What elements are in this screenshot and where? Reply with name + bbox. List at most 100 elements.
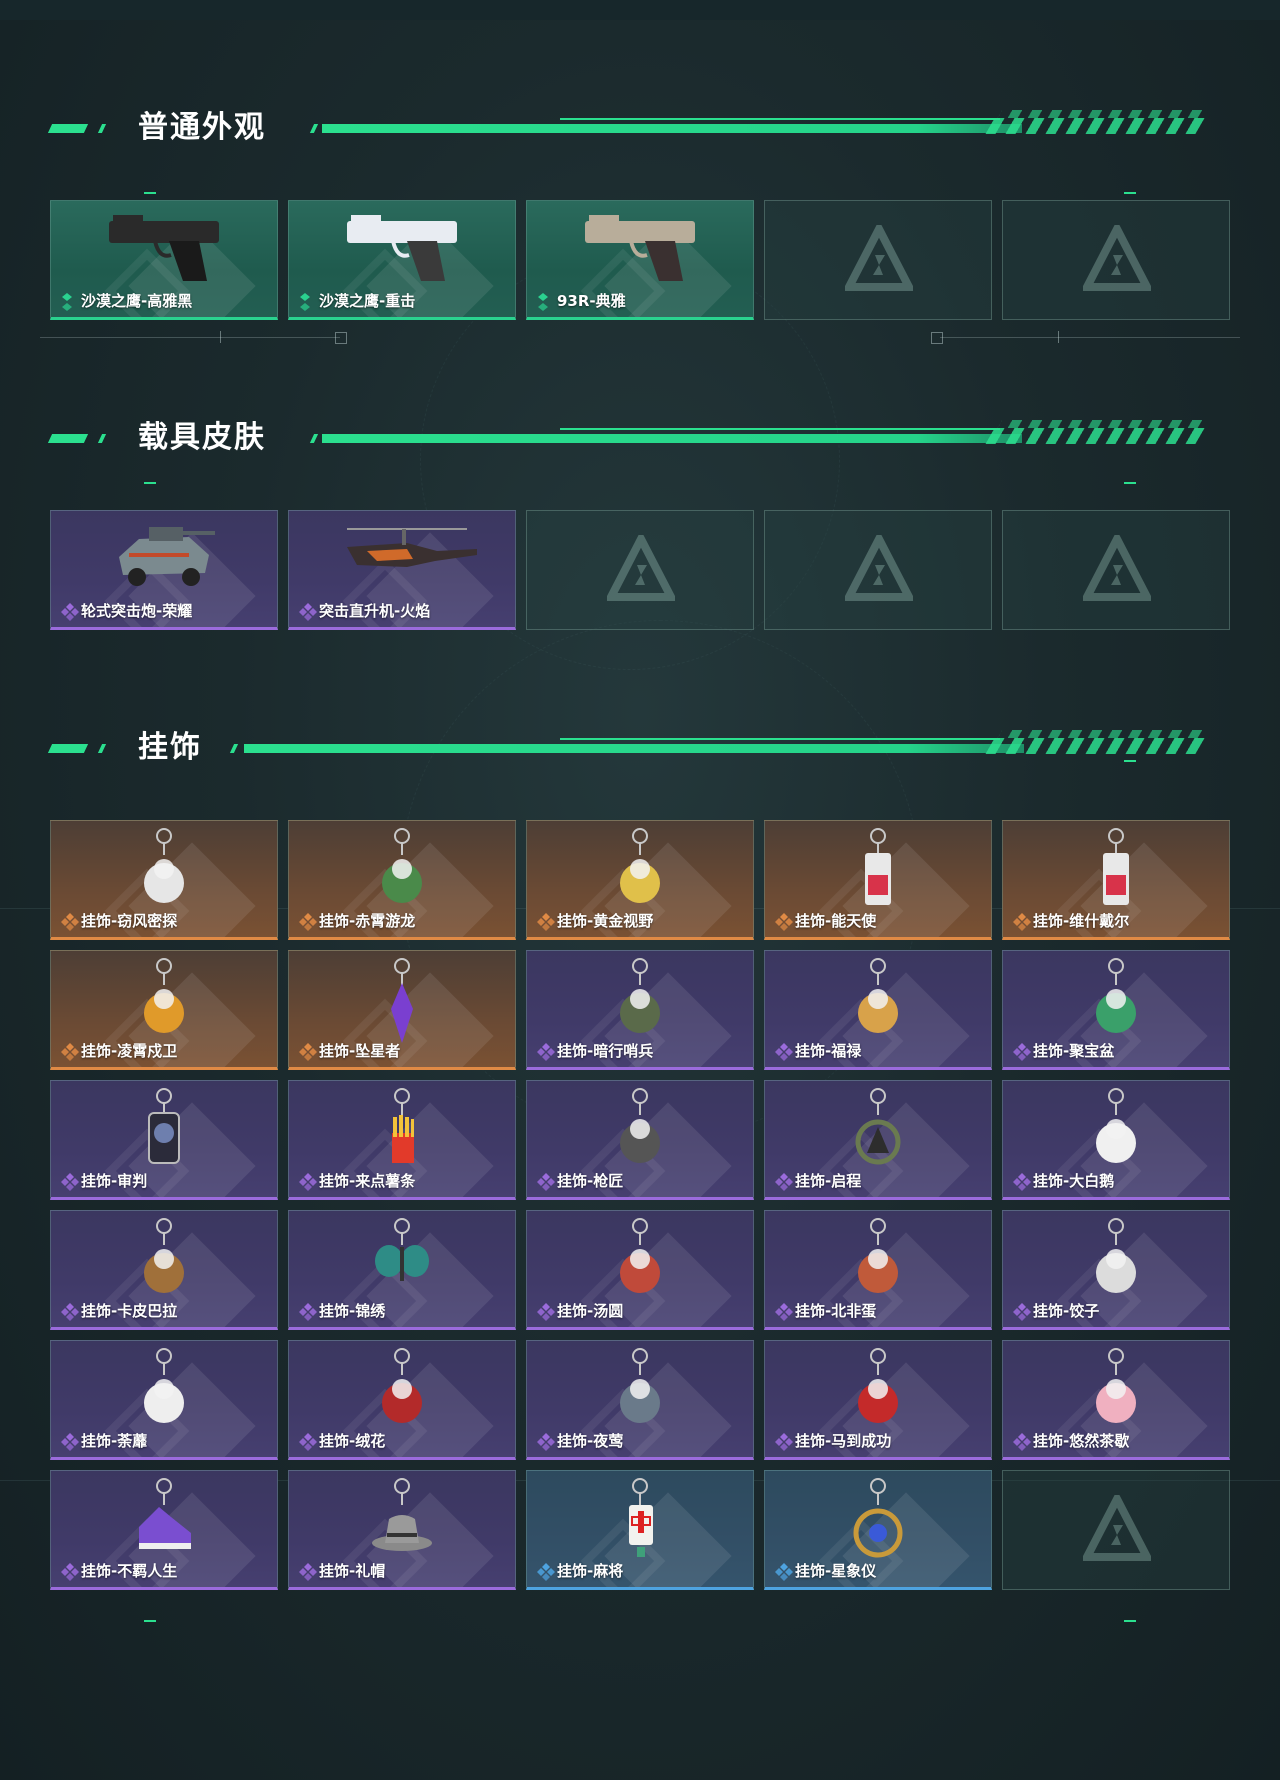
item-card[interactable]: 挂饰-锦绣 — [288, 1210, 516, 1330]
item-card[interactable]: 挂饰-聚宝盆 — [1002, 950, 1230, 1070]
item-card[interactable]: 轮式突击炮-荣耀 — [50, 510, 278, 630]
item-card[interactable]: 挂饰-大白鹅 — [1002, 1080, 1230, 1200]
rarity-diamond-icon — [299, 293, 314, 311]
item-name: 挂饰-审判 — [81, 1172, 148, 1190]
empty-item-slot — [1002, 510, 1230, 630]
corner-mark — [1124, 482, 1136, 484]
rarity-diamond-icon — [537, 1173, 555, 1191]
rarity-diamond-icon — [775, 1043, 793, 1061]
rarity-diamond-icon — [775, 1303, 793, 1321]
item-label: 挂饰-绒花 — [299, 1430, 385, 1451]
ring-charm-icon — [843, 1087, 913, 1181]
rarity-diamond-icon — [299, 1433, 317, 1451]
item-card[interactable]: 挂饰-饺子 — [1002, 1210, 1230, 1330]
item-card[interactable]: 挂饰-能天使 — [764, 820, 992, 940]
item-card[interactable]: 挂饰-福禄 — [764, 950, 992, 1070]
item-card[interactable]: 挂饰-黄金视野 — [526, 820, 754, 940]
item-name: 挂饰-枪匠 — [557, 1172, 624, 1190]
item-name: 挂饰-赤霄游龙 — [319, 912, 416, 930]
item-card[interactable]: 挂饰-荼蘼 — [50, 1340, 278, 1460]
rarity-diamond-icon — [1013, 1433, 1031, 1451]
item-name: 挂饰-饺子 — [1033, 1302, 1100, 1320]
item-label: 挂饰-暗行哨兵 — [537, 1040, 653, 1061]
item-label: 挂饰-能天使 — [775, 910, 876, 931]
item-card[interactable]: 挂饰-来点薯条 — [288, 1080, 516, 1200]
item-card[interactable]: 挂饰-赤霄游龙 — [288, 820, 516, 940]
bird-charm-icon — [129, 957, 199, 1051]
item-label: 轮式突击炮-荣耀 — [61, 600, 192, 621]
item-label: 挂饰-北非蛋 — [775, 1300, 876, 1321]
rarity-diamond-icon — [537, 1563, 555, 1581]
item-card[interactable]: 挂饰-汤圆 — [526, 1210, 754, 1330]
bunny-charm-icon — [129, 827, 199, 921]
rarity-diamond-icon — [61, 1303, 79, 1321]
item-card[interactable]: 挂饰-枪匠 — [526, 1080, 754, 1200]
item-card[interactable]: 挂饰-维什戴尔 — [1002, 820, 1230, 940]
empty-item-slot — [1002, 1470, 1230, 1590]
item-card[interactable]: 挂饰-暗行哨兵 — [526, 950, 754, 1070]
item-card[interactable]: 挂饰-星象仪 — [764, 1470, 992, 1590]
rarity-diamond-icon — [299, 1303, 317, 1321]
item-name: 挂饰-麻将 — [557, 1562, 624, 1580]
attack-helicopter-icon — [317, 517, 487, 591]
corner-mark — [1124, 1620, 1136, 1622]
item-card[interactable]: 突击直升机-火焰 — [288, 510, 516, 630]
item-card[interactable]: 挂饰-凌霄戍卫 — [50, 950, 278, 1070]
placeholder-logo-icon — [604, 530, 678, 603]
item-card[interactable]: 挂饰-悠然茶歇 — [1002, 1340, 1230, 1460]
item-card[interactable]: 挂饰-不羁人生 — [50, 1470, 278, 1590]
item-label: 挂饰-马到成功 — [775, 1430, 891, 1451]
rarity-diamond-icon — [1013, 913, 1031, 931]
item-label: 挂饰-麻将 — [537, 1560, 623, 1581]
purple-crystal-charm-icon — [367, 957, 437, 1051]
capybara-charm-icon — [129, 1217, 199, 1311]
rarity-diamond-icon — [299, 1563, 317, 1581]
rarity-diamond-icon — [61, 1433, 79, 1451]
item-name: 挂饰-北非蛋 — [795, 1302, 877, 1320]
item-label: 挂饰-不羁人生 — [61, 1560, 177, 1581]
item-card[interactable]: 挂饰-麻将 — [526, 1470, 754, 1590]
item-name: 突击直升机-火焰 — [319, 602, 431, 620]
item-name: 挂饰-锦绣 — [319, 1302, 386, 1320]
tag-charm-icon — [129, 1087, 199, 1181]
item-label: 挂饰-赤霄游龙 — [299, 910, 415, 931]
item-card[interactable]: 挂饰-绒花 — [288, 1340, 516, 1460]
bowl-charm-icon — [605, 1217, 675, 1311]
item-card[interactable]: 挂饰-审判 — [50, 1080, 278, 1200]
hat-charm-icon — [367, 1477, 437, 1571]
item-name: 挂饰-启程 — [795, 1172, 862, 1190]
corner-mark — [1124, 192, 1136, 194]
item-card[interactable]: 挂饰-窃风密探 — [50, 820, 278, 940]
item-card[interactable]: 沙漠之鹰-重击 — [288, 200, 516, 320]
item-card[interactable]: 挂饰-启程 — [764, 1080, 992, 1200]
item-label: 挂饰-黄金视野 — [537, 910, 653, 931]
item-label: 93R-典雅 — [537, 290, 626, 311]
item-name: 挂饰-绒花 — [319, 1432, 386, 1450]
item-name: 挂饰-凌霄戍卫 — [81, 1042, 178, 1060]
item-card[interactable]: 挂饰-夜莺 — [526, 1340, 754, 1460]
item-card[interactable]: 挂饰-礼帽 — [288, 1470, 516, 1590]
item-name: 挂饰-大白鹅 — [1033, 1172, 1115, 1190]
item-card[interactable]: 沙漠之鹰-高雅黑 — [50, 200, 278, 320]
item-card[interactable]: 挂饰-马到成功 — [764, 1340, 992, 1460]
cupcake-charm-icon — [1081, 1347, 1151, 1441]
item-card[interactable]: 挂饰-卡皮巴拉 — [50, 1210, 278, 1330]
item-label: 挂饰-凌霄戍卫 — [61, 1040, 177, 1061]
items-grid-charms: 挂饰-窃风密探 挂饰-赤霄游龙 挂饰-黄金视野 挂饰-能天使 挂饰-维什戴尔挂饰-凌霄戍… — [50, 820, 1230, 1590]
item-card[interactable]: 93R-典雅 — [526, 200, 754, 320]
butterfly-charm-icon — [367, 1217, 437, 1311]
empty-item-slot — [764, 510, 992, 630]
item-name: 挂饰-暗行哨兵 — [557, 1042, 654, 1060]
vest-charm-icon — [605, 1087, 675, 1181]
item-card[interactable]: 挂饰-坠星者 — [288, 950, 516, 1070]
item-label: 挂饰-荼蘼 — [61, 1430, 147, 1451]
egg-pan-charm-icon — [843, 1217, 913, 1311]
item-name: 挂饰-聚宝盆 — [1033, 1042, 1115, 1060]
black-desert-eagle-pistol-icon — [99, 207, 229, 291]
rarity-diamond-icon — [537, 1303, 555, 1321]
item-label: 挂饰-汤圆 — [537, 1300, 623, 1321]
item-label: 挂饰-维什戴尔 — [1013, 910, 1129, 931]
white-blue-desert-eagle-pistol-icon — [337, 207, 467, 291]
item-card[interactable]: 挂饰-北非蛋 — [764, 1210, 992, 1330]
dragon-charm-icon — [367, 827, 437, 921]
